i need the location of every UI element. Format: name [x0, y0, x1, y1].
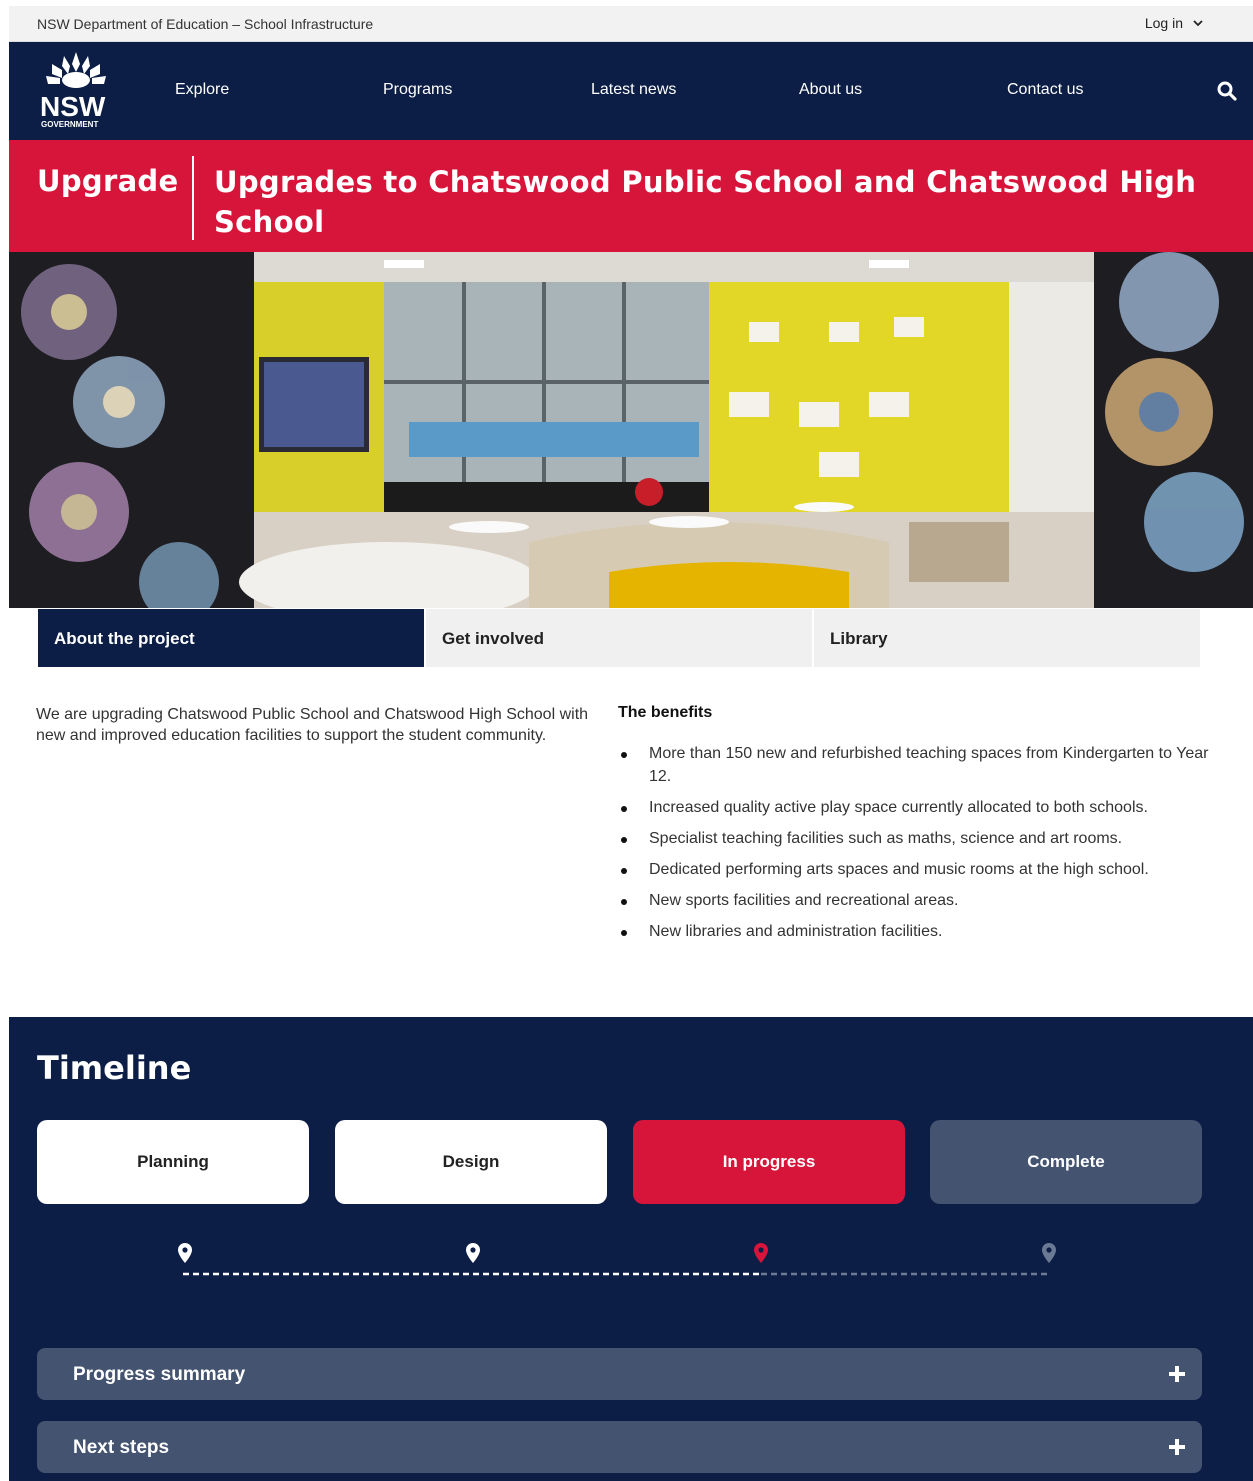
- nav-item-about-us[interactable]: About us: [799, 81, 862, 99]
- banner-divider: [192, 156, 194, 240]
- stage-in-progress[interactable]: In progress: [633, 1120, 905, 1204]
- map-pin-icon: [466, 1243, 480, 1263]
- project-tabs: About the project Get involved Library: [38, 609, 1200, 667]
- hero-image: [9, 252, 1253, 608]
- main-nav: NSW GOVERNMENT Explore Programs Latest n…: [9, 42, 1253, 140]
- map-pin-icon: [178, 1243, 192, 1263]
- accordion-next-steps[interactable]: Next steps: [37, 1421, 1202, 1473]
- banner-kicker: Upgrade: [37, 164, 179, 198]
- search-icon[interactable]: [1217, 81, 1237, 101]
- plus-icon: [1169, 1439, 1185, 1455]
- list-item: New sports facilities and recreational a…: [618, 889, 1218, 912]
- stage-planning[interactable]: Planning: [37, 1120, 309, 1204]
- accordion-label: Next steps: [73, 1437, 170, 1458]
- login-menu[interactable]: Log in: [1145, 15, 1203, 31]
- nav-item-contact-us[interactable]: Contact us: [1007, 81, 1083, 99]
- utility-bar: NSW Department of Education – School Inf…: [9, 6, 1253, 42]
- list-item: Specialist teaching facilities such as m…: [618, 827, 1218, 850]
- timeline-section: Timeline Planning Design In progress Com…: [9, 1017, 1253, 1481]
- intro-paragraph: We are upgrading Chatswood Public School…: [36, 706, 589, 744]
- nav-item-latest-news[interactable]: Latest news: [591, 81, 676, 99]
- nav-items: Explore Programs Latest news About us Co…: [9, 42, 1253, 140]
- timeline-stages: Planning Design In progress Complete: [37, 1120, 1202, 1204]
- login-label: Log in: [1144, 15, 1183, 31]
- tab-library[interactable]: Library: [814, 609, 1200, 667]
- map-pin-icon: [754, 1243, 768, 1263]
- nav-item-programs[interactable]: Programs: [383, 81, 452, 99]
- tab-get-involved[interactable]: Get involved: [426, 609, 814, 667]
- page-banner: Upgrade Upgrades to Chatswood Public Sch…: [9, 140, 1253, 252]
- timeline-heading: Timeline: [37, 1049, 192, 1087]
- benefits-heading: The benefits: [618, 704, 713, 721]
- list-item: More than 150 new and refurbished teachi…: [618, 742, 1218, 788]
- classroom-photo: [9, 252, 1253, 608]
- org-name: NSW Department of Education – School Inf…: [37, 16, 374, 32]
- benefits-section: The benefits More than 150 new and refur…: [618, 704, 1218, 951]
- chevron-down-icon: [1193, 20, 1203, 27]
- accordion-progress-summary[interactable]: Progress summary: [37, 1348, 1202, 1400]
- page: NSW Department of Education – School Inf…: [9, 6, 1253, 1481]
- benefits-list: More than 150 new and refurbished teachi…: [618, 742, 1218, 943]
- stage-complete[interactable]: Complete: [930, 1120, 1202, 1204]
- list-item: Increased quality active play space curr…: [618, 796, 1218, 819]
- plus-icon: [1169, 1366, 1185, 1382]
- tab-about-the-project[interactable]: About the project: [38, 609, 426, 667]
- stage-design[interactable]: Design: [335, 1120, 607, 1204]
- list-item: Dedicated performing arts spaces and mus…: [618, 858, 1218, 881]
- page-title: Upgrades to Chatswood Public School and …: [214, 165, 1197, 239]
- map-pin-icon: [1042, 1243, 1056, 1263]
- nav-item-explore[interactable]: Explore: [175, 81, 229, 99]
- accordion-label: Progress summary: [73, 1364, 246, 1385]
- list-item: New libraries and administration facilit…: [618, 920, 1218, 943]
